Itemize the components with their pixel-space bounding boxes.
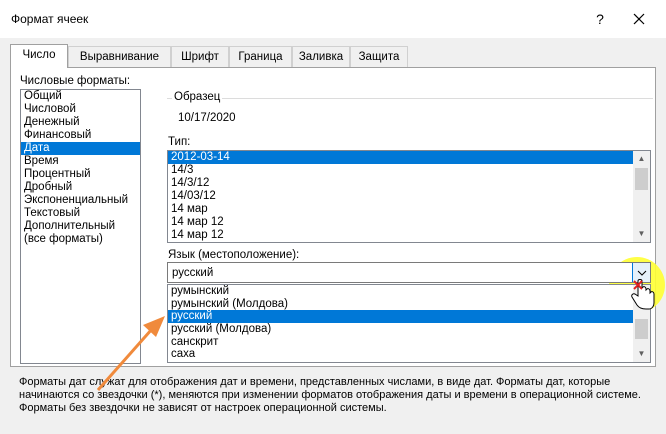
type-list[interactable]: 2012-03-14 14/3 14/3/12 14/03/12 14 мар … <box>167 150 651 243</box>
type-item[interactable]: 14 мар 12 <box>168 229 650 242</box>
tab-fill[interactable]: Заливка <box>292 46 350 67</box>
locale-label: Язык (местоположение): <box>168 249 300 261</box>
format-description: Форматы дат служат для отображения дат и… <box>19 376 641 414</box>
categories-list[interactable]: Общий Числовой Денежный Финансовый Дата … <box>20 89 141 364</box>
title-bar: Формат ячеек ? <box>0 0 666 38</box>
locale-option-selected[interactable]: русский <box>168 310 650 324</box>
locale-option[interactable]: санскрит <box>168 336 650 349</box>
scroll-thumb[interactable] <box>635 319 648 339</box>
sample-label: Образец <box>172 91 223 103</box>
sample-value: 10/17/2020 <box>178 112 236 124</box>
chevron-down-icon[interactable]: ▼ <box>633 227 650 241</box>
category-item[interactable]: Текстовый <box>21 207 140 220</box>
category-item[interactable]: Экспоненциальный <box>21 194 140 207</box>
type-scrollbar[interactable]: ▲ ▼ <box>633 151 650 242</box>
locale-scrollbar[interactable]: ▲ ▼ <box>633 285 650 362</box>
locale-option[interactable]: румынский <box>168 285 650 298</box>
window-title: Формат ячеек <box>11 12 89 26</box>
category-item[interactable]: Общий <box>21 90 140 103</box>
type-label: Тип: <box>168 136 191 148</box>
close-button[interactable] <box>628 8 650 30</box>
type-item[interactable]: 14/3/12 <box>168 177 650 190</box>
tab-font[interactable]: Шрифт <box>171 46 229 67</box>
tab-number[interactable]: Число <box>10 44 68 68</box>
chevron-up-icon[interactable]: ▲ <box>633 152 650 166</box>
locale-option[interactable]: русский (Молдова) <box>168 323 650 336</box>
type-item-selected[interactable]: 2012-03-14 <box>168 151 650 164</box>
tab-protection[interactable]: Защита <box>350 46 408 67</box>
category-item[interactable]: (все форматы) <box>21 233 140 246</box>
locale-option[interactable]: саха <box>168 348 650 361</box>
category-item[interactable]: Дробный <box>21 181 140 194</box>
close-icon <box>633 13 645 25</box>
locale-value: русский <box>172 267 214 279</box>
chevron-down-icon <box>637 270 647 276</box>
chevron-up-icon[interactable]: ▲ <box>633 286 650 300</box>
category-item[interactable]: Дополнительный <box>21 220 140 233</box>
type-item[interactable]: 14 мар <box>168 203 650 216</box>
category-item[interactable]: Денежный <box>21 116 140 129</box>
category-item[interactable]: Время <box>21 155 140 168</box>
chevron-down-icon[interactable]: ▼ <box>633 347 650 361</box>
category-item[interactable]: Числовой <box>21 103 140 116</box>
category-item[interactable]: Финансовый <box>21 129 140 142</box>
type-item[interactable]: 14/03/12 <box>168 190 650 203</box>
category-item[interactable]: Процентный <box>21 168 140 181</box>
category-item-selected[interactable]: Дата <box>21 142 140 155</box>
scroll-thumb[interactable] <box>635 168 648 190</box>
locale-option[interactable]: румынский (Молдова) <box>168 298 650 311</box>
locale-dropdown-button[interactable] <box>632 263 650 282</box>
tab-border[interactable]: Граница <box>229 46 292 67</box>
help-button[interactable]: ? <box>590 9 610 29</box>
type-item[interactable]: 14 мар 12 <box>168 216 650 229</box>
categories-label: Числовые форматы: <box>20 75 131 87</box>
locale-dropdown-list[interactable]: румынский румынский (Молдова) русский ру… <box>167 284 651 363</box>
tab-alignment[interactable]: Выравнивание <box>68 46 171 67</box>
locale-combobox[interactable]: русский <box>167 262 651 283</box>
type-item[interactable]: 14/3 <box>168 164 650 177</box>
sample-group <box>167 98 653 132</box>
